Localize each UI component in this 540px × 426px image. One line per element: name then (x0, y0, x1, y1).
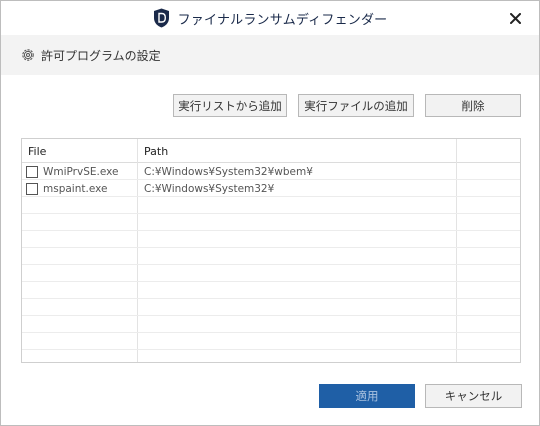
row-checkbox[interactable] (26, 165, 38, 178)
dialog-window: ファイナルランサムディフェンダー 許可プログラムの設定 実行リストから追加 実行… (0, 0, 540, 426)
shield-d-logo-icon (153, 8, 169, 28)
table-row[interactable]: WmiPrvSE.exe C:¥Windows¥System32¥wbem¥ (22, 163, 520, 180)
add-executable-button[interactable]: 実行ファイルの追加 (298, 94, 414, 117)
row-checkbox[interactable] (26, 182, 38, 195)
empty-row (22, 248, 520, 265)
table-header: File Path (22, 139, 520, 163)
path-cell: C:¥Windows¥System32¥wbem¥ (144, 165, 313, 178)
empty-row (22, 231, 520, 248)
path-cell: C:¥Windows¥System32¥ (144, 182, 275, 195)
empty-row (22, 299, 520, 316)
file-cell: mspaint.exe (26, 180, 138, 197)
delete-button[interactable]: 削除 (425, 94, 521, 117)
column-header-path[interactable]: Path (138, 139, 457, 163)
table-row[interactable]: mspaint.exe C:¥Windows¥System32¥ (22, 180, 520, 197)
empty-row (22, 282, 520, 299)
file-cell: WmiPrvSE.exe (26, 163, 138, 180)
section-header: 許可プログラムの設定 (1, 35, 539, 75)
close-button[interactable] (505, 8, 525, 28)
app-title: ファイナルランサムディフェンダー (1, 1, 539, 35)
column-header-file[interactable]: File (22, 139, 138, 163)
empty-row (22, 333, 520, 350)
empty-row (22, 197, 520, 214)
empty-row (22, 214, 520, 231)
app-title-text: ファイナルランサムディフェンダー (177, 12, 388, 28)
empty-row (22, 265, 520, 282)
empty-row (22, 316, 520, 333)
programs-table: File Path WmiPrvSE.exe C:¥Windows¥System… (21, 138, 521, 363)
cancel-button[interactable]: キャンセル (425, 384, 522, 408)
apply-button[interactable]: 適用 (319, 384, 415, 408)
file-name: mspaint.exe (43, 182, 108, 195)
gear-icon (22, 49, 34, 61)
title-bar: ファイナルランサムディフェンダー (1, 1, 539, 35)
close-icon (509, 12, 521, 24)
page-title: 許可プログラムの設定 (41, 48, 161, 63)
add-from-run-list-button[interactable]: 実行リストから追加 (173, 94, 287, 117)
file-name: WmiPrvSE.exe (43, 165, 119, 178)
